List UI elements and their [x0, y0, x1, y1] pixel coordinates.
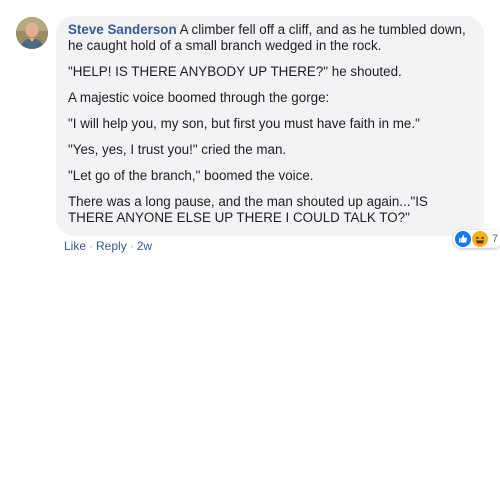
like-icon — [455, 231, 471, 247]
comment-text: "I will help you, my son, but first you … — [68, 116, 420, 131]
comment-author[interactable]: Steve Sanderson — [68, 22, 177, 37]
comment-first-paragraph: Steve Sanderson A climber fell off a cli… — [68, 22, 472, 54]
comment-text: A majestic voice boomed through the gorg… — [68, 90, 330, 105]
comment-text: "Yes, yes, I trust you!" cried the man. — [68, 142, 287, 157]
comment-text: "Let go of the branch," boomed the voice… — [68, 168, 314, 183]
comment-text: There was a long pause, and the man shou… — [68, 194, 428, 225]
avatar[interactable] — [16, 17, 48, 49]
comment-bubble: Steve Sanderson A climber fell off a cli… — [56, 16, 484, 236]
like-button[interactable]: Like — [64, 239, 86, 253]
comment-actions: Like · Reply · 2w — [64, 239, 152, 253]
haha-icon — [472, 231, 488, 247]
separator: · — [129, 239, 134, 253]
reactions-summary[interactable]: 7 — [453, 230, 500, 248]
reply-button[interactable]: Reply — [96, 239, 127, 253]
comment-timestamp[interactable]: 2w — [137, 239, 152, 253]
reaction-count: 7 — [492, 233, 499, 245]
avatar-image — [16, 17, 48, 49]
comment-text: "HELP! IS THERE ANYBODY UP THERE?" he sh… — [68, 64, 402, 79]
separator: · — [89, 239, 94, 253]
